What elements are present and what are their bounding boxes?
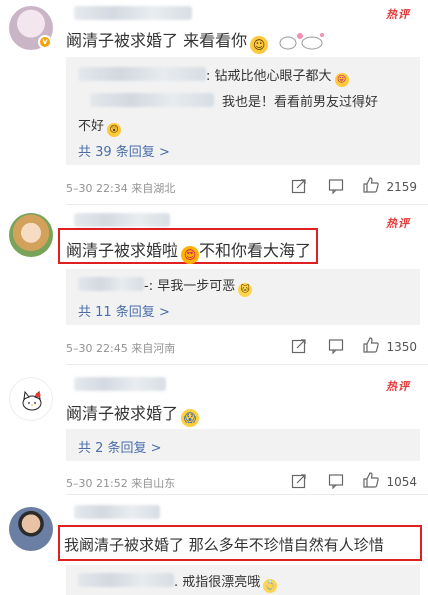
blurred-username	[90, 93, 214, 107]
reply-line: : 钻戒比他心眼子都大 😛	[206, 65, 349, 87]
laugh-cry-emoji-icon: ☺	[250, 36, 269, 54]
comment-3: 热评 阚清子被求婚了 😱 共 2 条回复 > 5–30 21:52 来自山东 10…	[0, 365, 428, 495]
comment-text: 我阚清子被求婚了 那么多年不珍惜自然有人珍惜	[64, 534, 384, 555]
comment-text: 阚清子被求婚啦 😍 不和你看大海了	[66, 237, 311, 264]
blurred-username	[74, 505, 160, 519]
verified-badge-icon: v	[38, 35, 52, 49]
like-count: 1350	[386, 340, 417, 354]
avatar[interactable]	[9, 213, 53, 257]
comment-text: 阚清子被求婚了 😱	[66, 400, 200, 427]
comment-date: 5–30 22:45	[66, 342, 128, 355]
blurred-username	[78, 277, 144, 291]
more-replies-link[interactable]: 共 39 条回复 >	[78, 141, 170, 160]
reply-text: -: 早我一步可恶	[144, 279, 236, 294]
comment-text-content: 我阚清子被求婚了 那么多年不珍惜自然有人珍惜	[64, 536, 384, 554]
avatar[interactable]	[9, 377, 53, 421]
reply-line: -: 早我一步可恶 🐱	[144, 275, 253, 297]
like-icon[interactable]	[362, 471, 380, 489]
reply-text: : 钻戒比他心眼子都大	[206, 69, 332, 84]
reply-box: -: 早我一步可恶 🐱 共 11 条回复 >	[66, 269, 420, 325]
comment-meta: 5–30 22:45 来自河南	[66, 340, 175, 356]
blurred-username	[74, 213, 170, 227]
comment-2: 热评 阚清子被求婚啦 😍 不和你看大海了 -: 早我一步可恶 🐱 共 11 条回复 >…	[0, 205, 428, 365]
shock-emoji-icon: 😲	[107, 123, 122, 137]
like-count: 1054	[386, 475, 417, 489]
comment-text-content: 阚清子被求婚了	[66, 404, 179, 423]
comment-meta: 5–30 22:34 来自湖北	[66, 180, 175, 196]
reply-box: . 戒指很漂亮哦 💍	[66, 565, 420, 595]
reply-box: 共 2 条回复 >	[66, 429, 420, 461]
reply-line: 我也是！看看前男友过得好	[222, 91, 378, 110]
more-replies-link[interactable]: 共 2 条回复 >	[78, 437, 162, 456]
hot-badge: 热评	[386, 8, 410, 21]
comment-1: v 热评 阚清子被求婚了 来看看你 ☺ : 钻戒比他心眼子都大 😛 我也是！看看前男…	[0, 0, 428, 205]
share-icon[interactable]	[291, 473, 307, 489]
reply-box: : 钻戒比他心眼子都大 😛 我也是！看看前男友过得好 不好 😲 共 39 条回复 >	[66, 57, 420, 165]
reply-text: 我也是！看看前男友过得好	[222, 95, 379, 110]
more-replies-link[interactable]: 共 11 条回复 >	[78, 301, 170, 320]
comment-icon[interactable]	[328, 473, 344, 489]
reply-text: . 戒指很漂亮哦	[174, 575, 261, 590]
comment-text-content: 不和你看大海了	[199, 241, 312, 260]
scream-emoji-icon: 😱	[181, 409, 200, 427]
reply-text: 不好	[78, 119, 105, 134]
comment-text-content: 阚清子被求婚啦	[66, 241, 179, 260]
comment-date: 5–30 22:34	[66, 182, 128, 195]
reply-line: . 戒指很漂亮哦 💍	[174, 571, 278, 593]
comment-icon[interactable]	[328, 338, 344, 354]
comment-location: 来自河南	[131, 342, 176, 355]
comment-location: 来自山东	[131, 477, 176, 490]
reply-line-cont: 不好 😲	[78, 115, 122, 137]
share-icon[interactable]	[291, 178, 307, 194]
comment-text-content: 阚清子被求婚了 来看看你	[66, 31, 248, 50]
comment-meta: 5–30 21:52 来自山东	[66, 475, 175, 491]
blurred-username	[78, 573, 174, 587]
share-icon[interactable]	[291, 338, 307, 354]
tongue-emoji-icon: 😛	[334, 73, 349, 87]
avatar[interactable]	[9, 507, 53, 551]
blurred-username	[78, 67, 206, 81]
blurred-username	[74, 6, 192, 20]
cat-sticker-icon	[279, 33, 324, 50]
hello-kitty-avatar-icon	[22, 390, 42, 411]
comment-text: 阚清子被求婚了 来看看你 ☺	[66, 27, 269, 54]
comment-icon[interactable]	[328, 178, 344, 194]
comment-location: 来自湖北	[131, 182, 176, 195]
hot-badge: 热评	[386, 380, 410, 393]
blurred-username	[74, 377, 166, 391]
like-icon[interactable]	[362, 176, 380, 194]
like-count: 2159	[386, 180, 417, 194]
comment-4: 我阚清子被求婚了 那么多年不珍惜自然有人珍惜 . 戒指很漂亮哦 💍	[0, 495, 428, 595]
heart-eyes-emoji-icon: 😍	[181, 246, 200, 264]
cat-emoji-icon: 🐱	[238, 283, 253, 297]
hot-badge: 热评	[386, 217, 410, 230]
ring-emoji-icon: 💍	[263, 579, 278, 593]
comment-date: 5–30 21:52	[66, 477, 128, 490]
like-icon[interactable]	[362, 336, 380, 354]
